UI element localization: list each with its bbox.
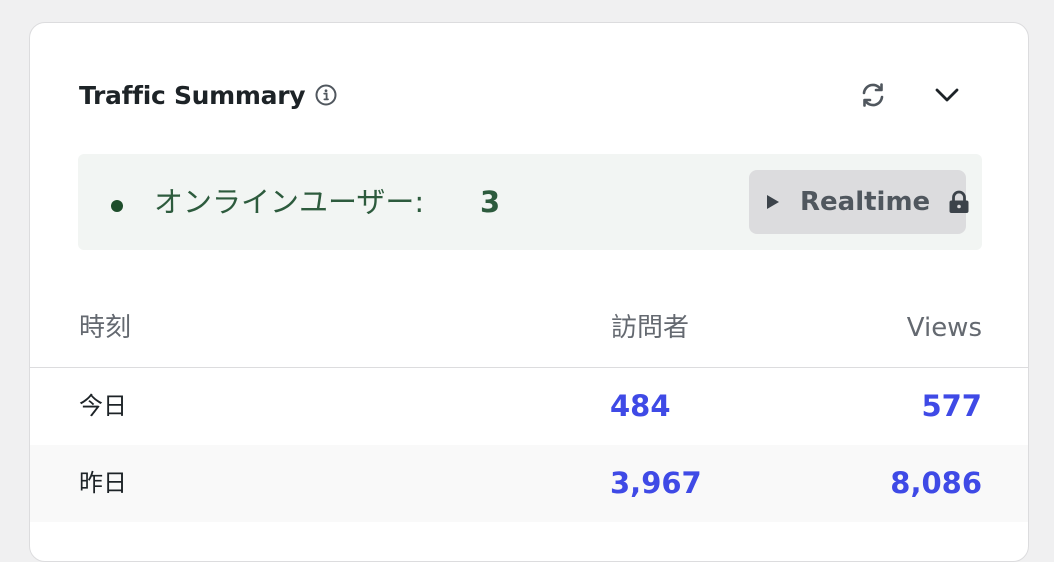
widget-title: Traffic Summary <box>79 80 306 110</box>
visitors-value-link[interactable]: 484 <box>610 368 671 445</box>
table-row: 今日 484 577 <box>30 368 1028 445</box>
refresh-button[interactable] <box>853 75 893 115</box>
widget-header: Traffic Summary <box>79 73 337 117</box>
realtime-button[interactable]: Realtime <box>749 170 969 234</box>
online-users-label: オンラインユーザー: <box>154 185 425 219</box>
play-icon <box>766 194 780 210</box>
collapse-button[interactable] <box>927 75 967 115</box>
column-header-views: Views <box>906 313 982 343</box>
column-header-visitors: 訪問者 <box>611 313 690 343</box>
table-row: 昨日 3,967 8,086 <box>30 445 1028 522</box>
traffic-summary-widget: Traffic Summary オンラインユーザー: 3 Realtime 時刻… <box>29 22 1029 562</box>
info-icon[interactable] <box>315 84 337 106</box>
online-users-panel: オンラインユーザー: 3 Realtime <box>78 154 982 250</box>
views-value-link[interactable]: 577 <box>921 368 982 445</box>
online-status-dot <box>111 200 123 212</box>
row-label: 昨日 <box>79 469 127 497</box>
visitors-value-link[interactable]: 3,967 <box>610 445 702 522</box>
online-users-count: 3 <box>480 185 501 219</box>
views-value-link[interactable]: 8,086 <box>890 445 982 522</box>
refresh-icon <box>859 81 887 109</box>
realtime-button-label: Realtime <box>800 187 931 217</box>
lock-icon <box>948 190 970 214</box>
row-label: 今日 <box>79 392 127 420</box>
table-header-row: 時刻 訪問者 Views <box>30 308 1028 368</box>
chevron-down-icon <box>934 82 960 108</box>
column-header-time: 時刻 <box>79 313 132 343</box>
